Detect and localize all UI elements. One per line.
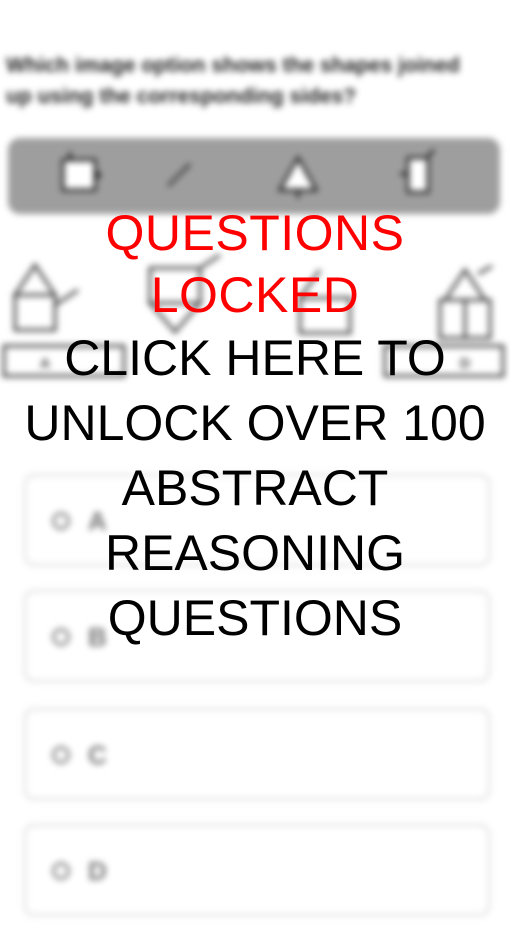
option-letter: C <box>88 740 107 770</box>
triangle-shape-icon <box>277 154 319 198</box>
unlock-cta-line-3: ABSTRACT <box>121 460 389 516</box>
unlock-questions-link[interactable]: QUESTIONS LOCKED CLICK HERE TO UNLOCK OV… <box>0 202 510 651</box>
unlock-cta-line-1: CLICK HERE TO <box>64 330 446 386</box>
locked-title-line-2: LOCKED <box>150 267 360 323</box>
rectangle-shape-icon <box>400 148 436 194</box>
option-letter: D <box>88 856 107 886</box>
radio-button[interactable] <box>52 746 70 764</box>
pencil-icon <box>166 162 192 188</box>
answer-option-c[interactable]: C <box>24 708 490 800</box>
radio-button[interactable] <box>52 862 70 880</box>
answer-option-d[interactable]: D <box>24 824 490 916</box>
question-text: Which image option shows the shapes join… <box>6 54 460 108</box>
unlock-cta-line-5: QUESTIONS <box>107 590 403 646</box>
square-shape-icon <box>61 152 102 192</box>
unlock-cta-line-4: REASONING <box>104 525 406 581</box>
locked-title-line-1: QUESTIONS <box>105 205 405 261</box>
unlock-cta-line-2: UNLOCK OVER 100 <box>24 395 486 451</box>
